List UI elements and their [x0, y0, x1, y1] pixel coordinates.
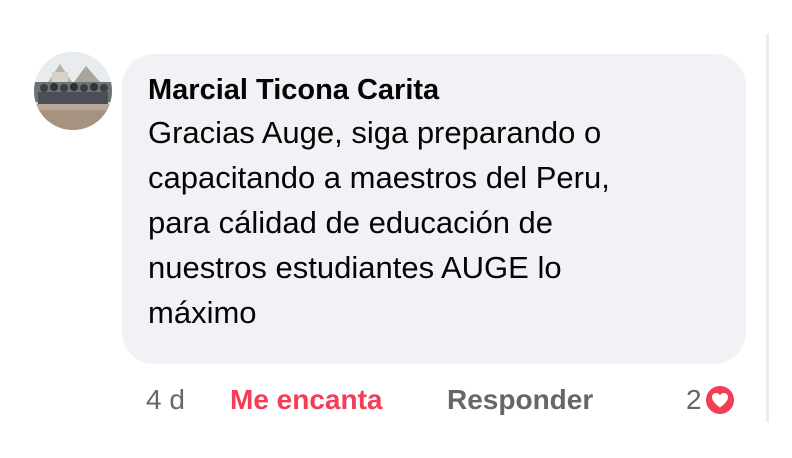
comment-text-line: para cálidad de educación de — [148, 205, 554, 240]
scroll-edge — [766, 34, 769, 422]
comment-text-line: máximo — [148, 295, 257, 330]
love-heart-icon — [703, 384, 736, 416]
author-avatar[interactable] — [34, 52, 112, 130]
reply-button[interactable]: Responder — [447, 382, 593, 418]
comment-text: Gracias Auge, siga preparando o capacita… — [148, 110, 726, 335]
love-reaction-button[interactable]: Me encanta — [230, 382, 383, 418]
comment-author-name[interactable]: Marcial Ticona Carita — [148, 72, 726, 108]
comment-bubble: Marcial Ticona Carita Gracias Auge, siga… — [122, 54, 746, 364]
comment-timestamp[interactable]: 4 d — [146, 382, 185, 418]
comment-text-line: nuestros estudiantes AUGE lo — [148, 250, 562, 285]
reaction-count: 2 — [686, 384, 702, 415]
comment-screenshot: Marcial Ticona Carita Gracias Auge, siga… — [0, 0, 792, 458]
comment-text-line: Gracias Auge, siga preparando o — [148, 115, 602, 150]
comment-text-line: capacitando a maestros del Peru, — [148, 160, 610, 195]
reaction-summary[interactable]: 2 — [686, 382, 736, 418]
comment-actions-bar: 4 d Me encanta Responder 2 — [0, 378, 792, 422]
avatar-photo — [34, 52, 112, 130]
